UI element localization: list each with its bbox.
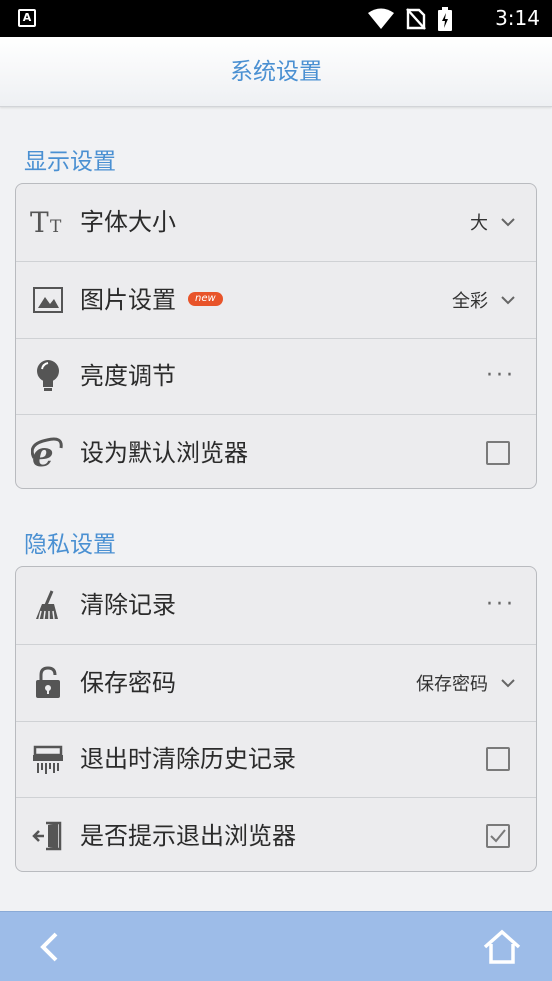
wifi-icon bbox=[368, 8, 394, 29]
display-section-title: 显示设置 bbox=[24, 149, 116, 175]
brightness-row[interactable]: 亮度调节 ··· bbox=[16, 337, 536, 415]
default-browser-row[interactable]: e 设为默认浏览器 bbox=[16, 414, 536, 488]
page-title: 系统设置 bbox=[230, 59, 322, 85]
chevron-down-icon bbox=[501, 295, 515, 305]
privacy-section-title: 隐私设置 bbox=[24, 532, 116, 558]
default-browser-label: 设为默认浏览器 bbox=[80, 439, 248, 468]
save-password-label: 保存密码 bbox=[80, 668, 176, 697]
lock-icon bbox=[30, 665, 66, 701]
title-bar: 系统设置 bbox=[0, 37, 552, 107]
font-size-label: 字体大小 bbox=[80, 208, 176, 237]
clear-history-on-exit-row[interactable]: 退出时清除历史记录 bbox=[16, 720, 536, 798]
bulb-icon bbox=[30, 358, 66, 394]
image-settings-value: 全彩 bbox=[452, 290, 488, 312]
font-size-icon: TT bbox=[30, 204, 66, 240]
clear-history-on-exit-checkbox[interactable] bbox=[486, 747, 510, 772]
save-password-row[interactable]: 保存密码 保存密码 bbox=[16, 643, 536, 721]
font-size-row[interactable]: TT 字体大小 大 bbox=[16, 184, 536, 261]
exit-icon bbox=[30, 818, 66, 854]
status-time: 3:14 bbox=[495, 6, 540, 30]
clear-records-label: 清除记录 bbox=[80, 591, 176, 620]
status-bar: A 3:14 bbox=[0, 0, 552, 37]
status-icons bbox=[368, 7, 452, 31]
battery-charging-icon bbox=[438, 7, 452, 31]
image-icon bbox=[30, 282, 66, 318]
no-sim-icon bbox=[406, 8, 426, 30]
display-settings-group: TT 字体大小 大 图片设置 new 全彩 亮度调节 ··· e 设为默认浏览器 bbox=[15, 183, 537, 489]
image-settings-row[interactable]: 图片设置 new 全彩 bbox=[16, 260, 536, 338]
more-icon[interactable]: ··· bbox=[486, 594, 516, 616]
new-badge: new bbox=[188, 291, 223, 306]
more-icon[interactable]: ··· bbox=[486, 365, 516, 387]
prompt-exit-row[interactable]: 是否提示退出浏览器 bbox=[16, 797, 536, 871]
notification-icon: A bbox=[18, 9, 36, 27]
default-browser-checkbox[interactable] bbox=[486, 441, 510, 466]
brightness-label: 亮度调节 bbox=[80, 362, 176, 391]
chevron-down-icon bbox=[501, 218, 515, 227]
checkmark-icon bbox=[490, 829, 506, 843]
prompt-exit-checkbox[interactable] bbox=[486, 824, 510, 849]
bottom-nav-bar bbox=[0, 911, 552, 981]
image-settings-label: 图片设置 new bbox=[80, 285, 223, 315]
prompt-exit-label: 是否提示退出浏览器 bbox=[80, 822, 296, 851]
privacy-settings-group: 清除记录 ··· 保存密码 保存密码 退出时清除历史记录 是否提示退出浏览器 bbox=[15, 566, 537, 872]
svg-text:T: T bbox=[50, 217, 62, 236]
svg-text:T: T bbox=[30, 208, 49, 236]
back-arrow-icon[interactable] bbox=[34, 930, 68, 964]
home-icon[interactable] bbox=[482, 929, 522, 965]
font-size-value: 大 bbox=[470, 213, 488, 235]
broom-icon bbox=[30, 587, 66, 623]
chevron-down-icon bbox=[501, 678, 515, 688]
shredder-icon bbox=[30, 741, 66, 777]
clear-history-on-exit-label: 退出时清除历史记录 bbox=[80, 745, 296, 774]
save-password-value: 保存密码 bbox=[416, 673, 488, 695]
ie-icon: e bbox=[30, 435, 66, 471]
clear-records-row[interactable]: 清除记录 ··· bbox=[16, 567, 536, 644]
